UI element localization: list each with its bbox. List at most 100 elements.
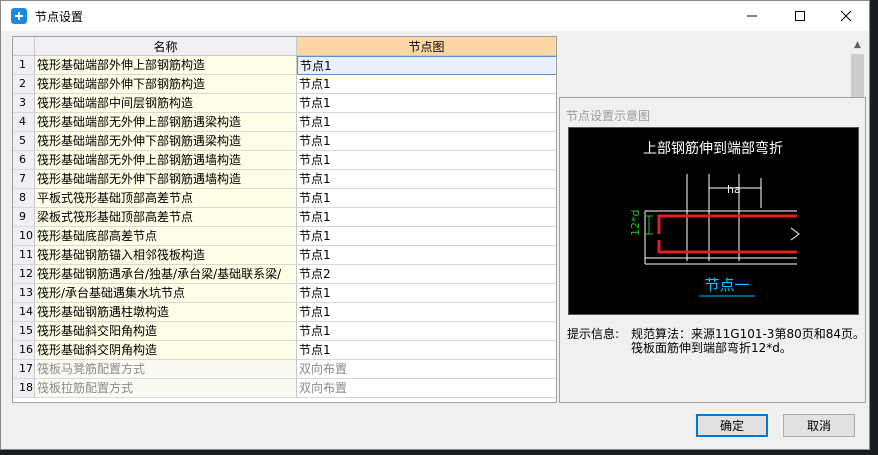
row-name-cell: 筏形基础端部外伸上部钢筋构造 bbox=[35, 56, 297, 75]
row-name-cell: 筏板马凳筋配置方式 bbox=[35, 360, 297, 379]
row-node-cell[interactable]: 节点1 bbox=[297, 132, 556, 151]
row-node-cell[interactable]: 节点1 bbox=[297, 284, 556, 303]
row-name-cell: 筏形基础底部高差节点 bbox=[35, 227, 297, 246]
row-number: 15 bbox=[13, 322, 35, 341]
table-row[interactable]: 4 筏形基础端部无外伸上部钢筋遇梁构造 节点1 bbox=[13, 113, 556, 132]
row-name-cell: 平板式筏形基础顶部高差节点 bbox=[35, 189, 297, 208]
hint-line-2: 筏板面筋伸到端部弯折12*d。 bbox=[631, 341, 792, 355]
row-number: 6 bbox=[13, 151, 35, 170]
cancel-button[interactable]: 取消 bbox=[783, 414, 855, 437]
table-row[interactable]: 12 筏形基础钢筋遇承台/独基/承台梁/基础联系梁/节点2 bbox=[13, 265, 556, 284]
row-node-cell[interactable]: 双向布置 bbox=[297, 360, 556, 379]
row-node-cell[interactable]: 节点1 bbox=[297, 246, 556, 265]
header-name[interactable]: 名称 bbox=[35, 37, 297, 56]
row-node-cell[interactable]: 节点1 bbox=[297, 56, 556, 75]
table-row[interactable]: 13 筏形/承台基础遇集水坑节点 节点1 bbox=[13, 284, 556, 303]
row-node-cell[interactable]: 节点1 bbox=[297, 151, 556, 170]
header-node-diagram[interactable]: 节点图 bbox=[297, 37, 556, 56]
node-label: 节点一 bbox=[704, 276, 749, 294]
row-name-cell: 筏形基础钢筋锚入相邻筏板构造 bbox=[35, 246, 297, 265]
close-icon bbox=[840, 10, 852, 22]
row-node-cell[interactable]: 节点1 bbox=[297, 189, 556, 208]
row-number: 8 bbox=[13, 189, 35, 208]
row-name-cell: 筏形基础端部无外伸上部钢筋遇墙构造 bbox=[35, 151, 297, 170]
maximize-icon bbox=[795, 11, 805, 21]
title-bar: 节点设置 bbox=[1, 1, 869, 31]
table-row[interactable]: 14 筏形基础钢筋遇柱墩构造 节点1 bbox=[13, 303, 556, 322]
table-row[interactable]: 10 筏形基础底部高差节点 节点1 bbox=[13, 227, 556, 246]
row-name-cell: 筏形基础斜交阳角构造 bbox=[35, 322, 297, 341]
minimize-button[interactable] bbox=[729, 1, 775, 31]
row-node-cell[interactable]: 节点2 bbox=[297, 265, 556, 284]
row-number: 12 bbox=[13, 265, 35, 284]
row-name-cell: 筏形基础钢筋遇柱墩构造 bbox=[35, 303, 297, 322]
node-settings-grid: 名称 节点图 1 筏形基础端部外伸上部钢筋构造 节点1 2 筏形基础端部外伸下部钢筋构造… bbox=[12, 36, 557, 403]
row-number: 5 bbox=[13, 132, 35, 151]
row-name-cell: 梁板式筏形基础顶部高差节点 bbox=[35, 208, 297, 227]
row-number: 11 bbox=[13, 246, 35, 265]
table-row[interactable]: 5 筏形基础端部无外伸下部钢筋遇梁构造 节点1 bbox=[13, 132, 556, 151]
row-name-cell: 筏形基础端部中间层钢筋构造 bbox=[35, 94, 297, 113]
diagram-title: 上部钢筋伸到端部弯折 bbox=[643, 140, 783, 157]
row-node-cell[interactable]: 节点1 bbox=[297, 170, 556, 189]
top-rebar bbox=[657, 214, 797, 234]
row-node-cell[interactable]: 节点1 bbox=[297, 75, 556, 94]
table-row[interactable]: 18 筏板拉筋配置方式 双向布置 bbox=[13, 379, 556, 398]
row-node-cell[interactable]: 节点1 bbox=[297, 208, 556, 227]
grid-rows: 1 筏形基础端部外伸上部钢筋构造 节点1 2 筏形基础端部外伸下部钢筋构造 节点1 3 筏形基… bbox=[13, 56, 556, 398]
row-number: 13 bbox=[13, 284, 35, 303]
row-number: 9 bbox=[13, 208, 35, 227]
node-preview-panel: 节点设置示意图 上部钢筋伸到端部弯折 ha 12*d 节点一 提示信息: 规范算… bbox=[559, 97, 866, 403]
row-node-cell[interactable]: 双向布置 bbox=[297, 379, 556, 398]
table-row[interactable]: 3 筏形基础端部中间层钢筋构造 节点1 bbox=[13, 94, 556, 113]
hint-label: 提示信息: bbox=[567, 327, 620, 341]
table-row[interactable]: 15 筏形基础斜交阳角构造 节点1 bbox=[13, 322, 556, 341]
app-icon bbox=[11, 8, 27, 24]
row-name-cell: 筏形基础端部无外伸下部钢筋遇墙构造 bbox=[35, 170, 297, 189]
bend-length-label: 12*d bbox=[629, 210, 642, 236]
node-diagram-canvas: 上部钢筋伸到端部弯折 ha 12*d 节点一 bbox=[568, 127, 859, 315]
row-number: 3 bbox=[13, 94, 35, 113]
row-node-cell[interactable]: 节点1 bbox=[297, 303, 556, 322]
table-row[interactable]: 1 筏形基础端部外伸上部钢筋构造 节点1 bbox=[13, 56, 556, 75]
table-row[interactable]: 9 梁板式筏形基础顶部高差节点 节点1 bbox=[13, 208, 556, 227]
row-name-cell: 筏形基础端部外伸下部钢筋构造 bbox=[35, 75, 297, 94]
scroll-up-icon[interactable]: ▲ bbox=[849, 36, 866, 53]
maximize-button[interactable] bbox=[777, 1, 823, 31]
table-row[interactable]: 11 筏形基础钢筋锚入相邻筏板构造 节点1 bbox=[13, 246, 556, 265]
row-node-cell[interactable]: 节点1 bbox=[297, 341, 556, 360]
row-name-cell: 筏形基础斜交阴角构造 bbox=[35, 341, 297, 360]
row-number: 18 bbox=[13, 379, 35, 398]
preview-title: 节点设置示意图 bbox=[566, 109, 651, 123]
ha-label: ha bbox=[727, 183, 741, 196]
row-name-cell: 筏板拉筋配置方式 bbox=[35, 379, 297, 398]
close-button[interactable] bbox=[823, 1, 869, 31]
row-number: 10 bbox=[13, 227, 35, 246]
row-node-cell[interactable]: 节点1 bbox=[297, 113, 556, 132]
table-row[interactable]: 17 筏板马凳筋配置方式 双向布置 bbox=[13, 360, 556, 379]
grid-header: 名称 节点图 bbox=[13, 37, 556, 56]
hint-line-1: 规范算法：来源11G101-3第80页和84页。 bbox=[631, 327, 865, 341]
row-name-cell: 筏形基础端部无外伸下部钢筋遇梁构造 bbox=[35, 132, 297, 151]
window-title: 节点设置 bbox=[35, 9, 84, 24]
node-settings-dialog: 节点设置 名称 节点图 1 筏形基础端部外伸上部钢筋构造 节点1 2 筏形基础端部外伸下… bbox=[0, 0, 870, 450]
table-row[interactable]: 8 平板式筏形基础顶部高差节点 节点1 bbox=[13, 189, 556, 208]
ok-button[interactable]: 确定 bbox=[696, 414, 768, 437]
break-symbol-icon bbox=[790, 227, 800, 241]
rebar-diagram: 上部钢筋伸到端部弯折 ha 12*d 节点一 bbox=[629, 140, 800, 297]
table-row[interactable]: 2 筏形基础端部外伸下部钢筋构造 节点1 bbox=[13, 75, 556, 94]
row-number: 14 bbox=[13, 303, 35, 322]
row-node-cell[interactable]: 节点1 bbox=[297, 322, 556, 341]
row-number: 4 bbox=[13, 113, 35, 132]
table-row[interactable]: 16 筏形基础斜交阴角构造 节点1 bbox=[13, 341, 556, 360]
table-row[interactable]: 7 筏形基础端部无外伸下部钢筋遇墙构造 节点1 bbox=[13, 170, 556, 189]
row-node-cell[interactable]: 节点1 bbox=[297, 227, 556, 246]
header-row-number bbox=[13, 37, 35, 56]
bottom-rebar bbox=[657, 240, 797, 254]
table-row[interactable]: 6 筏形基础端部无外伸上部钢筋遇墙构造 节点1 bbox=[13, 151, 556, 170]
row-name-cell: 筏形基础端部无外伸上部钢筋遇梁构造 bbox=[35, 113, 297, 132]
row-node-cell[interactable]: 节点1 bbox=[297, 94, 556, 113]
minimize-icon bbox=[747, 15, 757, 17]
row-number: 17 bbox=[13, 360, 35, 379]
row-name-cell: 筏形基础钢筋遇承台/独基/承台梁/基础联系梁/ bbox=[35, 265, 297, 284]
